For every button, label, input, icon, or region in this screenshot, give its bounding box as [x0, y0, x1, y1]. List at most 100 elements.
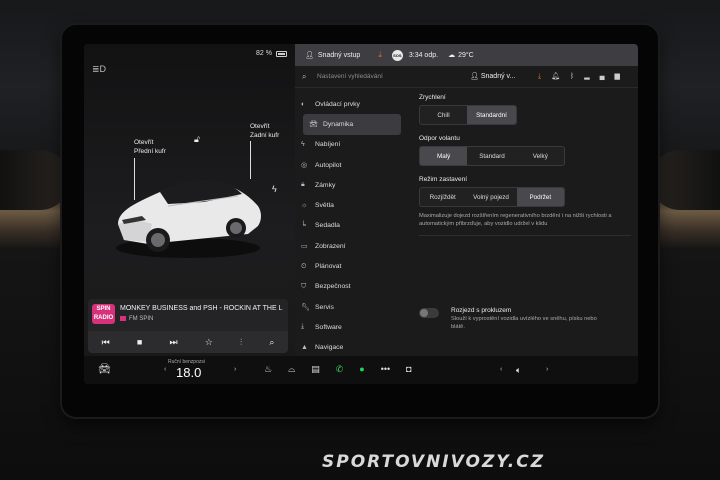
sos-button[interactable]: SOS [391, 49, 403, 61]
wrench-icon: 🔧︎ [301, 304, 310, 312]
volume-icon[interactable]: 🔈︎ [516, 365, 521, 376]
camera-icon[interactable]: ◘ [406, 364, 411, 375]
download-update-icon[interactable]: ⤓ [378, 50, 382, 60]
open-frunk-button[interactable]: Otevřít Přední kufr [134, 138, 166, 156]
person-icon: 👤︎ [305, 52, 314, 59]
settings-menu: ◐ Ovládací prvky 🚘︎ Dynamika ϟ Nabíjení ◎ Autop… [295, 94, 405, 358]
acceleration-option-chill[interactable]: Chill [420, 106, 467, 124]
clock: 3:34 odp. [408, 51, 439, 59]
settings-menu-label: Zámky [315, 181, 336, 189]
charge-port-icon[interactable]: ϟ [272, 184, 277, 194]
settings-menu-label: Software [315, 323, 342, 331]
car-controls-icon[interactable]: 🚘︎ [98, 364, 111, 375]
settings-header-icons: ⤓🔔︎ᛒ▂▄▆ [538, 72, 630, 81]
watermark: SPORTOVNIVOZY.CZ [322, 452, 546, 472]
steering-title: Odpor volantu [419, 135, 460, 142]
open-trunk-button[interactable]: Otevřít Zadní kufr [250, 122, 279, 140]
download-icon: ⤓ [301, 323, 305, 331]
slip-start-toggle[interactable] [419, 308, 439, 318]
weather: ☁︎ 29°C [448, 51, 474, 60]
driver-profile[interactable]: 👤︎ Snadný vstup [305, 51, 360, 60]
headlights-icon[interactable]: ≣D [92, 64, 106, 75]
left-air-vent [0, 150, 70, 210]
settings-menu-item[interactable]: ⏲︎ Plánovat [295, 256, 405, 276]
logo-text-line1: SPIN [96, 306, 111, 312]
front-defrost-icon[interactable]: ⌓ [288, 364, 295, 375]
right-air-vent [650, 150, 720, 210]
settings-menu-item[interactable]: ϟ Nabíjení [295, 135, 405, 155]
cabin-temperature[interactable]: 18.0 [176, 365, 201, 380]
steering-option-standard[interactable]: Standard [467, 147, 516, 165]
toggle-icon: ◐ [301, 100, 306, 108]
settings-menu-label: Navigace [315, 344, 344, 352]
seat-heater-icon[interactable]: ♨︎ [264, 364, 272, 375]
stop-icon[interactable]: ■ [137, 337, 142, 347]
battery-level: 82 % [256, 50, 272, 57]
car-visualization-pane: 82 % ≣D Otevřít Přední kufr Otevřít Zadn… [84, 44, 295, 356]
settings-menu-item[interactable]: 🔒︎ Zámky [295, 175, 405, 195]
search-input[interactable]: Nastavení vyhledávání [317, 73, 383, 80]
trunk-label-line2: Zadní kufr [250, 132, 280, 139]
media-search-icon[interactable]: ⌕ [269, 337, 274, 348]
cloud-icon: ☁︎ [448, 52, 456, 59]
settings-menu-item[interactable]: ╘ Sedadla [295, 216, 405, 236]
steering-option-light[interactable]: Malý [420, 147, 468, 165]
stopping-option-creep[interactable]: Rozjíždět [420, 188, 465, 206]
station-label: FM SPIN [129, 316, 154, 323]
car-image [116, 180, 261, 258]
media-player[interactable]: SPIN RADIO MONKEY BUSINESS and PSH - ROC… [88, 299, 288, 353]
slip-start-title: Rozjezd s prokluzem [451, 307, 512, 314]
settings-menu-item[interactable]: 🚘︎ Dynamika [303, 114, 401, 135]
settings-menu-label: Světla [315, 202, 334, 210]
settings-menu-label: Ovládací prvky [315, 100, 360, 108]
settings-menu-label: Servis [315, 303, 334, 311]
steering-option-heavy[interactable]: Velký [517, 147, 564, 165]
display-icon: ▭ [301, 243, 308, 251]
equalizer-icon[interactable]: ⫶ [240, 337, 242, 348]
stopping-option-roll[interactable]: Volný pojezd [465, 188, 516, 206]
rear-defrost-icon[interactable]: ▤ [311, 364, 320, 375]
volume-down-chevron-icon[interactable]: ‹ [500, 366, 502, 373]
next-track-icon[interactable]: ⏭︎ [169, 337, 177, 348]
phone-icon[interactable]: ✆ [336, 364, 344, 375]
settings-menu-label: Dynamika [323, 120, 354, 128]
favorite-star-icon[interactable]: ☆ [205, 337, 213, 348]
profile-button[interactable]: 👤︎ Snadný v... [470, 72, 515, 80]
settings-menu-item[interactable]: ▲ Navigace [295, 338, 405, 358]
settings-search-bar[interactable]: ⌕ Nastavení vyhledávání 👤︎ Snadný v... ⤓… [295, 66, 638, 88]
settings-menu-item[interactable]: ⤓ Software [295, 317, 405, 337]
settings-menu-label: Plánovat [315, 263, 342, 271]
bell-icon[interactable]: 🔔︎ [551, 73, 570, 80]
more-apps-icon[interactable]: ••• [381, 364, 390, 375]
stopping-mode-description: Maximalizuje dojezd rozšířením regenerat… [419, 213, 612, 227]
settings-menu-item[interactable]: ◐ Ovládací prvky [295, 94, 405, 114]
logo-text-line2: RADIO [93, 315, 114, 321]
lock-icon[interactable]: 🔓︎ [194, 134, 200, 145]
steering-wheel-icon: ◎ [301, 162, 308, 170]
settings-menu-item[interactable]: ⛉ Bezpečnost [295, 277, 405, 297]
section-divider [419, 235, 631, 237]
download-icon[interactable]: ⤓ [538, 73, 551, 80]
touchscreen: 82 % ≣D Otevřít Přední kufr Otevřít Zadn… [84, 44, 638, 384]
settings-menu-item[interactable]: ◎ Autopilot [295, 155, 405, 175]
station-name: FM SPIN [120, 316, 153, 322]
settings-menu-label: Sedadla [315, 222, 340, 230]
person-icon: 👤︎ [470, 73, 481, 80]
settings-menu-item[interactable]: 🔧︎ Servis [295, 297, 405, 317]
previous-track-icon[interactable]: ⏮︎ [102, 337, 110, 348]
temp-up-chevron-icon[interactable]: › [234, 366, 236, 373]
spotify-icon[interactable]: ● [359, 364, 364, 375]
stopping-option-hold[interactable]: Podržet [516, 188, 564, 206]
volume-up-chevron-icon[interactable]: › [546, 366, 548, 373]
trunk-label-line1: Otevřít [250, 123, 270, 130]
lte-signal-icon: ▂▄▆ [584, 73, 630, 80]
temp-down-chevron-icon[interactable]: ‹ [164, 366, 166, 373]
acceleration-option-standard[interactable]: Standardní [467, 106, 516, 124]
battery-icon [276, 51, 287, 57]
car-icon: 🚘︎ [309, 121, 318, 129]
settings-menu-item[interactable]: ☼ Světla [295, 195, 405, 215]
bluetooth-icon[interactable]: ᛒ [570, 73, 584, 80]
settings-menu-item[interactable]: ▭ Zobrazení [295, 236, 405, 256]
acceleration-selector: Chill Standardní [419, 105, 517, 125]
bolt-icon: ϟ [301, 141, 305, 149]
